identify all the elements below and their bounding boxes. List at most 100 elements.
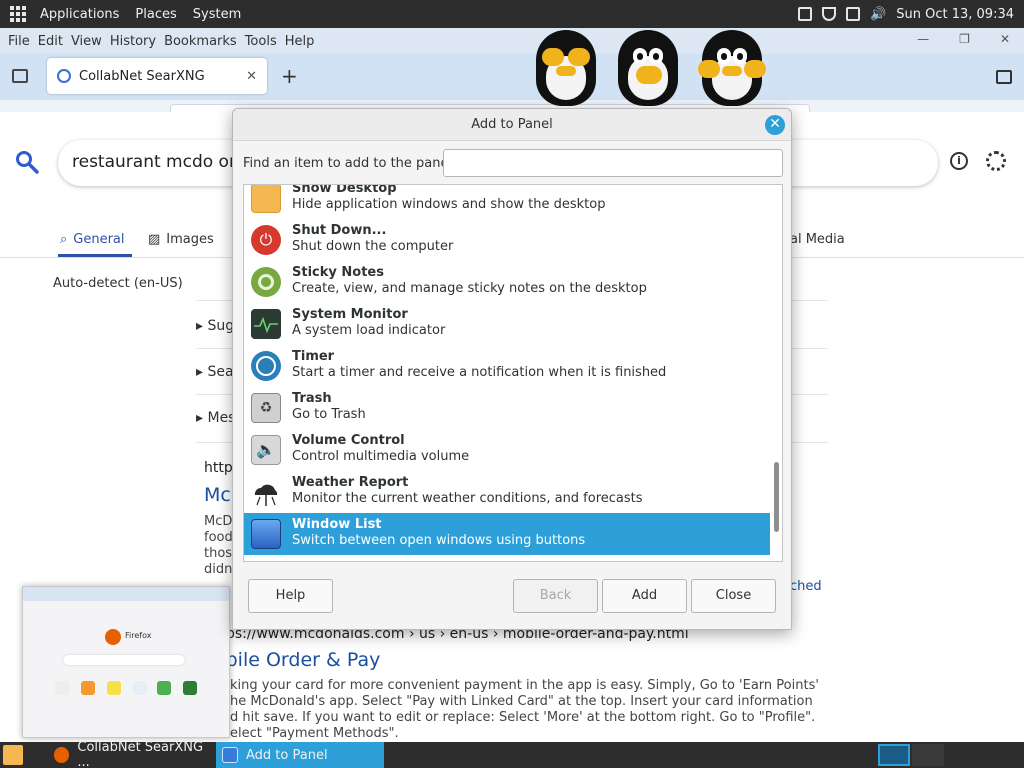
applications-grid-icon[interactable] [10, 6, 26, 22]
taskbar-item-browser[interactable]: CollabNet SearXNG ... [48, 740, 214, 768]
find-item-label: Find an item to add to the panel: [243, 156, 457, 171]
volume-tray-icon[interactable]: 🔊 [870, 7, 886, 22]
preview-tile-icon [183, 681, 197, 695]
add-button[interactable]: Add [602, 579, 687, 613]
tab-social-media[interactable]: al Media [790, 232, 845, 247]
panel-item-list[interactable]: Show Desktop Hide application windows and… [243, 184, 783, 562]
item-description: Shut down the computer [292, 239, 454, 254]
workspace-2[interactable] [912, 744, 944, 766]
list-item-window-list[interactable]: Window List Switch between open windows u… [244, 513, 770, 555]
preview-tile-icon [107, 681, 121, 695]
tab-list-icon[interactable] [12, 69, 28, 83]
language-selector[interactable]: Auto-detect (en-US) [53, 276, 183, 291]
window-list-icon [222, 747, 238, 763]
result-title[interactable]: Mc [204, 484, 231, 506]
show-desktop-icon[interactable] [3, 745, 23, 765]
workspace-1[interactable] [878, 744, 910, 766]
preview-toolbar [23, 587, 229, 601]
menu-file[interactable]: File [4, 34, 34, 49]
menu-help[interactable]: Help [281, 34, 319, 49]
maximize-icon[interactable]: ❐ [955, 32, 974, 46]
suggestions-expander[interactable]: ▸ Sug [196, 318, 234, 334]
preview-tile-icon [157, 681, 171, 695]
item-name: Weather Report [292, 475, 409, 490]
close-button[interactable]: Close [691, 579, 776, 613]
trash-icon: ♻ [251, 393, 281, 423]
item-description: Control multimedia volume [292, 449, 470, 464]
clipboard-icon[interactable] [798, 7, 813, 21]
tab-close-icon[interactable]: ✕ [246, 69, 257, 84]
menu-history[interactable]: History [106, 34, 160, 49]
item-description: Go to Trash [292, 407, 366, 422]
list-scrollbar[interactable] [774, 462, 779, 532]
snippet-line: d hit save. If you want to edit or repla… [230, 710, 816, 725]
info-icon[interactable]: i [950, 152, 968, 170]
menu-edit[interactable]: Edit [34, 34, 67, 49]
back-button[interactable]: Back [513, 579, 598, 613]
browser-tab[interactable]: CollabNet SearXNG ✕ [47, 58, 267, 94]
search-logo-icon[interactable] [15, 150, 39, 174]
menu-view[interactable]: View [67, 34, 106, 49]
gear-icon[interactable] [986, 151, 1006, 171]
expander-label: Sea [207, 364, 234, 380]
weather-icon [251, 477, 281, 507]
list-item-timer[interactable]: Timer Start a timer and receive a notific… [244, 345, 770, 387]
tab-images[interactable]: ▨ Images [148, 232, 214, 247]
taskbar-item-label: Add to Panel [246, 747, 328, 763]
item-description: Hide application windows and show the de… [292, 197, 606, 212]
search-icon: ⌕ [60, 232, 68, 247]
result-title[interactable]: obile Order & Pay [214, 649, 380, 671]
item-name: Sticky Notes [292, 265, 384, 280]
menu-tools[interactable]: Tools [241, 34, 281, 49]
bottom-panel: CollabNet SearXNG ... Add to Panel [0, 740, 1024, 768]
window-icon[interactable] [846, 7, 861, 21]
item-description: Create, view, and manage sticky notes on… [292, 281, 647, 296]
list-item-shut-down[interactable]: ⏻ Shut Down... Shut down the computer [244, 219, 770, 261]
preview-brand: Firefox [125, 631, 152, 640]
preview-search-bar [63, 655, 185, 665]
list-item-volume-control[interactable]: 🔈 Volume Control Control multimedia volum… [244, 429, 770, 471]
tab-general[interactable]: ⌕ General [60, 232, 125, 247]
menu-bookmarks[interactable]: Bookmarks [160, 34, 241, 49]
new-tab-icon[interactable]: + [281, 64, 298, 88]
list-item-trash[interactable]: ♻ Trash Go to Trash [244, 387, 770, 429]
sticky-notes-icon [251, 267, 281, 297]
system-menu[interactable]: System [185, 7, 249, 22]
find-item-input[interactable] [443, 149, 783, 177]
penguin-see-no-evil-icon [530, 26, 602, 106]
dialog-close-icon[interactable]: ✕ [765, 115, 785, 135]
help-button[interactable]: Help [248, 579, 333, 613]
list-item-system-monitor[interactable]: System Monitor A system load indicator [244, 303, 770, 345]
window-preview-thumbnail[interactable]: Firefox [22, 586, 230, 738]
search-expander[interactable]: ▸ Sea [196, 364, 234, 380]
close-window-icon[interactable]: ✕ [996, 32, 1014, 46]
result-snippet: king your card for more convenient payme… [230, 678, 830, 742]
show-desktop-icon [251, 185, 281, 213]
taskbar-item-label: CollabNet SearXNG ... [77, 740, 204, 768]
list-item-weather-report[interactable]: Weather Report Monitor the current weathe… [244, 471, 770, 513]
applications-menu[interactable]: Applications [32, 7, 127, 22]
shield-icon[interactable] [822, 7, 837, 21]
searxng-tab-icon [57, 69, 71, 83]
tab-title: CollabNet SearXNG [79, 68, 205, 84]
list-item-sticky-notes[interactable]: Sticky Notes Create, view, and manage sti… [244, 261, 770, 303]
system-monitor-icon [251, 309, 281, 339]
snippet-line: king your card for more convenient payme… [230, 678, 819, 693]
result-url[interactable]: http [204, 460, 233, 476]
system-tray: 🔊 Sun Oct 13, 09:34 [798, 7, 1024, 22]
places-menu[interactable]: Places [127, 7, 184, 22]
list-item-show-desktop[interactable]: Show Desktop Hide application windows and… [244, 185, 770, 219]
preview-tile-icon [133, 681, 147, 695]
messages-expander[interactable]: ▸ Mes [196, 410, 235, 426]
preview-tile-icon [55, 681, 69, 695]
minimize-icon[interactable]: — [913, 32, 933, 46]
item-name: Trash [292, 391, 332, 406]
view-tabs-icon[interactable] [996, 70, 1012, 84]
timer-icon [251, 351, 281, 381]
window-controls: — ❐ ✕ [913, 32, 1014, 46]
add-to-panel-dialog: Add to Panel ✕ Find an item to add to th… [232, 108, 792, 630]
taskbar-item-add-to-panel[interactable]: Add to Panel [216, 742, 384, 768]
cached-link[interactable]: ched [790, 579, 822, 594]
item-description: Monitor the current weather conditions, … [292, 491, 643, 506]
clock[interactable]: Sun Oct 13, 09:34 [896, 7, 1014, 22]
